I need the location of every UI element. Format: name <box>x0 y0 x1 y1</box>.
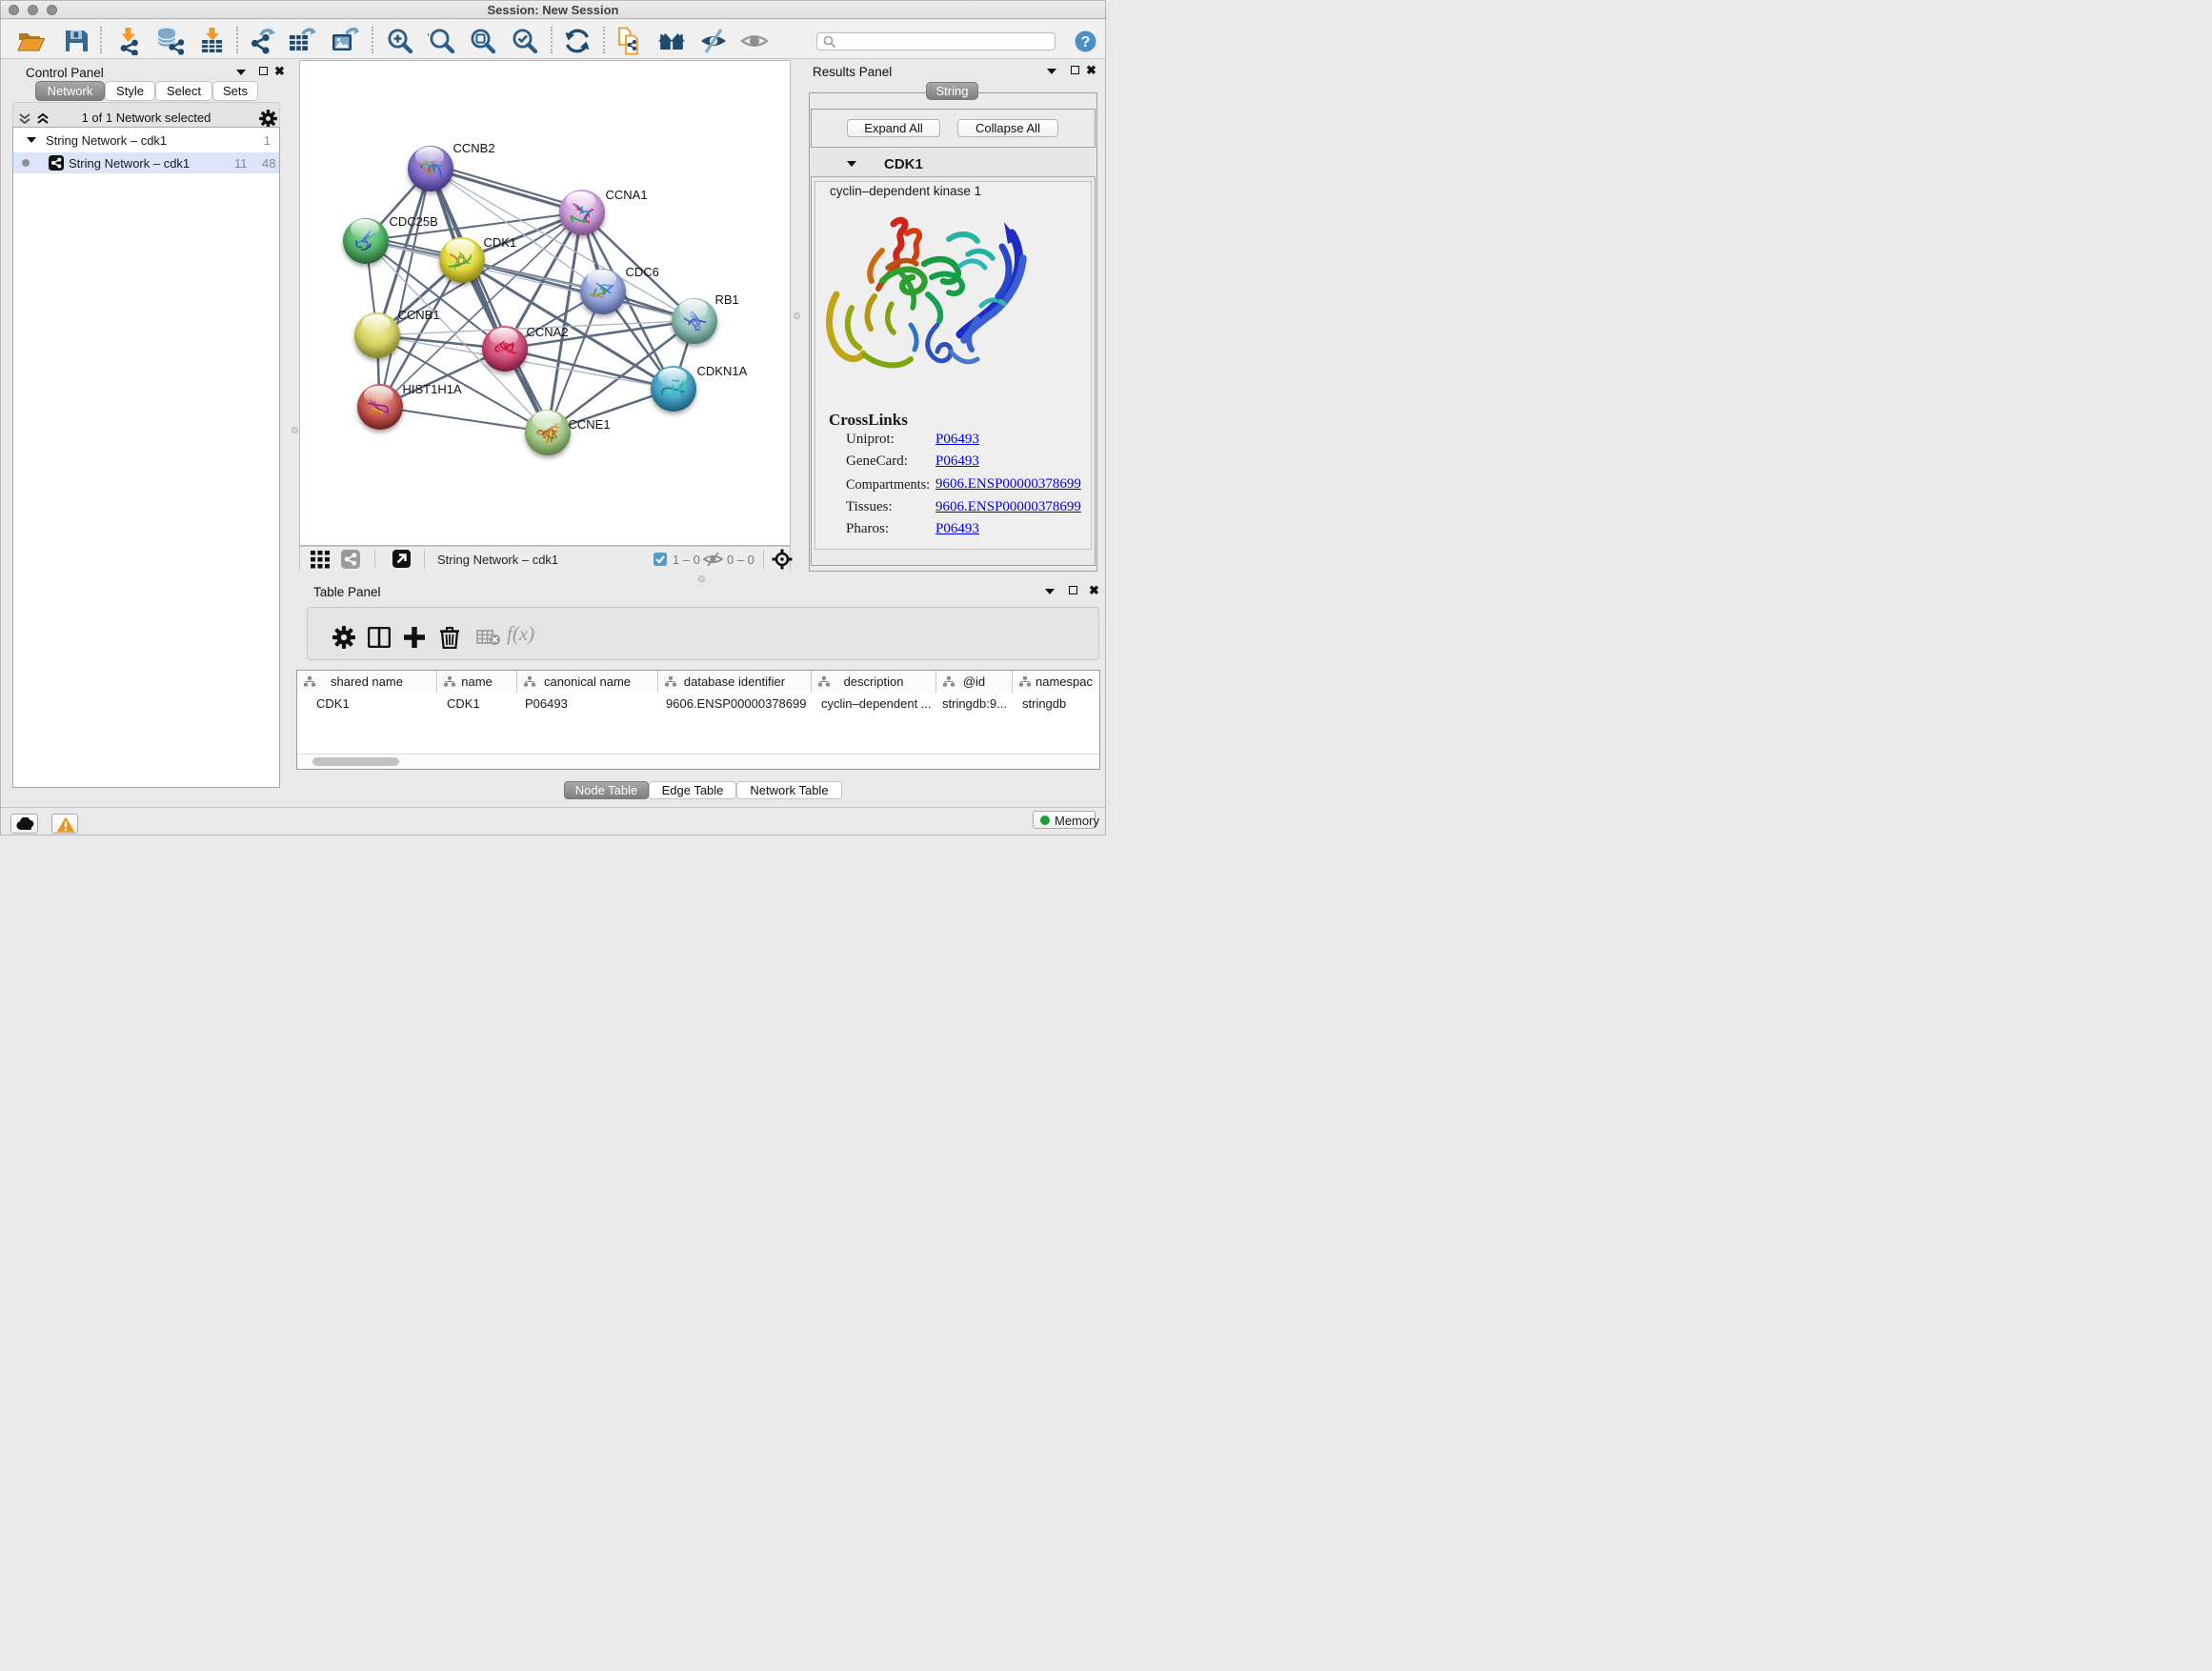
svg-text:?: ? <box>1081 34 1091 50</box>
